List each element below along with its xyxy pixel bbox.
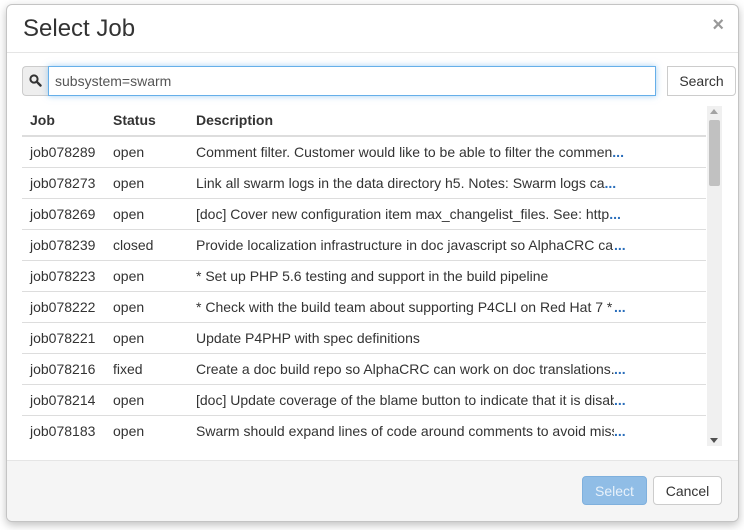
job-id-cell: job078269: [22, 198, 105, 230]
job-id-cell: job078239: [22, 229, 105, 261]
close-icon[interactable]: ×: [712, 15, 724, 35]
column-header-job[interactable]: Job: [22, 105, 105, 137]
job-description-text: Swarm should expand lines of code around…: [196, 423, 614, 439]
truncation-ellipsis: ...: [614, 423, 626, 439]
job-status-cell: open: [105, 322, 188, 354]
job-status-cell: fixed: [105, 353, 188, 385]
job-description-cell: [doc] Cover new configuration item max_c…: [188, 198, 706, 230]
jobs-table-container: Job Status Description job078289 open Comm…: [22, 105, 722, 447]
job-description-cell: * Set up PHP 5.6 testing and support in …: [188, 260, 706, 292]
job-description-cell: Update P4PHP with spec definitions: [188, 322, 706, 354]
column-header-description[interactable]: Description: [188, 105, 706, 137]
job-description-text: [doc] Cover new configuration item max_c…: [196, 206, 610, 222]
table-header-row: Job Status Description: [22, 105, 706, 137]
job-status-cell: open: [105, 291, 188, 323]
truncation-ellipsis: ...: [614, 237, 626, 253]
table-body: job078289 open Comment filter. Customer wo…: [22, 135, 706, 446]
table-row[interactable]: job078289 open Comment filter. Customer wo…: [22, 135, 706, 168]
job-id-cell: job078289: [22, 135, 105, 168]
truncation-ellipsis: ...: [612, 144, 624, 160]
dialog-title: Select Job: [23, 15, 136, 42]
jobs-table: Job Status Description job078289 open Comm…: [22, 105, 706, 446]
search-icon: [29, 74, 42, 87]
table-row[interactable]: job078221 open Update P4PHP with spec defi…: [22, 322, 706, 354]
table-row[interactable]: job078269 open [doc] Cover new configurati…: [22, 198, 706, 230]
job-id-cell: job078222: [22, 291, 105, 323]
scroll-down-icon[interactable]: [710, 438, 718, 443]
job-description-text: * Check with the build team about suppor…: [196, 299, 614, 315]
select-button[interactable]: Select: [582, 476, 647, 505]
job-description-text: * Set up PHP 5.6 testing and support in …: [196, 268, 549, 284]
table-row[interactable]: job078183 open Swarm should expand lines o…: [22, 415, 706, 446]
job-description-cell: Link all swarm logs in the data director…: [188, 167, 706, 199]
job-description-text: Create a doc build repo so AlphaCRC can …: [196, 361, 614, 377]
job-id-cell: job078221: [22, 322, 105, 354]
table-scrollbar[interactable]: [707, 106, 722, 446]
table-row[interactable]: job078273 open Link all swarm logs in the …: [22, 167, 706, 199]
job-id-cell: job078214: [22, 384, 105, 416]
truncation-ellipsis: ...: [614, 361, 626, 377]
job-status-cell: open: [105, 415, 188, 446]
truncation-ellipsis: ...: [609, 206, 621, 222]
table-row[interactable]: job078216 fixed Create a doc build repo so…: [22, 353, 706, 385]
truncation-ellipsis: ...: [614, 299, 626, 315]
job-status-cell: open: [105, 167, 188, 199]
job-description-text: Comment filter. Customer would like to b…: [196, 144, 613, 160]
job-description-text: Update P4PHP with spec definitions: [196, 330, 420, 346]
job-id-cell: job078223: [22, 260, 105, 292]
search-group: Search: [22, 66, 736, 96]
job-id-cell: job078183: [22, 415, 105, 446]
dialog-header: Select Job ×: [7, 5, 738, 53]
job-status-cell: open: [105, 384, 188, 416]
job-description-cell: Comment filter. Customer would like to b…: [188, 135, 706, 168]
truncation-ellipsis: ...: [604, 175, 617, 191]
table-row[interactable]: job078222 open * Check with the build team…: [22, 291, 706, 323]
job-status-cell: open: [105, 260, 188, 292]
job-description-text: Provide localization infrastructure in d…: [196, 237, 614, 253]
table-row[interactable]: job078239 closed Provide localization infr…: [22, 229, 706, 261]
search-button[interactable]: Search: [667, 66, 736, 96]
cancel-button[interactable]: Cancel: [653, 476, 722, 505]
job-status-cell: open: [105, 135, 188, 168]
table-row[interactable]: job078214 open [doc] Update coverage of th…: [22, 384, 706, 416]
column-header-status[interactable]: Status: [105, 105, 188, 137]
job-id-cell: job078216: [22, 353, 105, 385]
job-id-cell: job078273: [22, 167, 105, 199]
truncation-ellipsis: ...: [614, 392, 626, 408]
job-description-text: [doc] Update coverage of the blame butto…: [196, 392, 614, 408]
job-description-text: Link all swarm logs in the data director…: [196, 175, 605, 191]
table-row[interactable]: job078223 open * Set up PHP 5.6 testing an…: [22, 260, 706, 292]
search-input[interactable]: [48, 66, 656, 96]
job-description-cell: Swarm should expand lines of code around…: [188, 415, 706, 446]
scroll-up-icon[interactable]: [710, 109, 718, 114]
dialog-footer: Select Cancel: [7, 460, 738, 521]
job-status-cell: open: [105, 198, 188, 230]
scroll-thumb[interactable]: [709, 120, 720, 186]
job-description-cell: [doc] Update coverage of the blame butto…: [188, 384, 706, 416]
search-addon: [22, 66, 49, 96]
select-job-dialog: Select Job × Search Job Status Descripti…: [6, 4, 739, 522]
job-description-cell: * Check with the build team about suppor…: [188, 291, 706, 323]
job-description-cell: Create a doc build repo so AlphaCRC can …: [188, 353, 706, 385]
job-status-cell: closed: [105, 229, 188, 261]
job-description-cell: Provide localization infrastructure in d…: [188, 229, 706, 261]
